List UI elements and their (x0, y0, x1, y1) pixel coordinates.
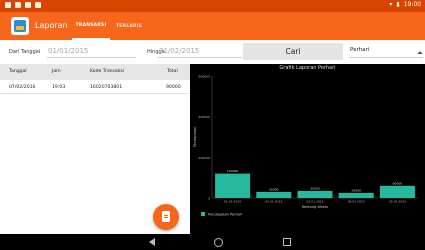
cell-code: 16020703801 (90, 85, 123, 90)
report-fab-button[interactable] (153, 204, 179, 230)
chart-bar (379, 185, 415, 198)
x-tick-label: 01.01.2015 (224, 200, 241, 204)
to-date-input[interactable]: 31/02/2015 (158, 45, 242, 58)
period-select-value: Perhari (350, 47, 370, 53)
column-header-time: Jam (52, 69, 61, 74)
recent-apps-icon[interactable] (283, 238, 291, 246)
system-indicators: ▾ ▮ 19:00 (389, 1, 421, 8)
y-tick-label: 200000 (199, 156, 211, 160)
search-button[interactable]: Cari (243, 43, 343, 60)
home-icon[interactable] (214, 237, 223, 247)
daily-revenue-chart: 0 200000 400000 600000 120000 01.01.2015 30000… (193, 75, 418, 217)
app-bar: Laporan Transaksi Terlaris (0, 12, 425, 40)
bar-value-label: 120000 (227, 169, 239, 173)
chart-bar (215, 173, 251, 198)
status-bar: ▾ ▮ 19:00 (0, 0, 425, 12)
app-title: Laporan (35, 21, 68, 30)
x-tick-label: 04.01.2015 (348, 200, 365, 204)
notification-icon (15, 2, 21, 8)
cell-time: 19:03 (52, 85, 66, 90)
bar-value-label: 25000 (351, 188, 361, 192)
notification-icon (25, 2, 31, 8)
from-date-input[interactable]: 01/01/2015 (47, 45, 136, 58)
app-logo-icon (11, 17, 29, 35)
status-time: 19:00 (403, 1, 421, 8)
legend-label: Pendapatan Perhari (208, 213, 242, 217)
notification-icons (5, 2, 41, 8)
notification-icon (35, 2, 41, 8)
x-tick-label: 02.01.2015 (265, 200, 282, 204)
column-header-code: Kode Transaksi (90, 69, 125, 74)
dropdown-caret-icon (417, 51, 423, 57)
bar-value-label: 30000 (269, 187, 279, 191)
cell-total: 90000 (166, 85, 181, 90)
tab-terlaris[interactable]: Terlaris (112, 12, 146, 40)
chart-bar (338, 192, 374, 198)
table-header: Tanggal Jam Kode Transaksi Total (0, 64, 190, 80)
table-row[interactable]: 07/02/2016 19:03 16020703801 90000 (0, 80, 190, 94)
legend-swatch (201, 212, 205, 216)
y-axis-label: Pendapatan (193, 127, 197, 148)
x-tick-label: 05.01.2015 (389, 200, 406, 204)
x-tick-label: 03.01.2015 (306, 200, 323, 204)
column-header-date: Tanggal (9, 69, 27, 74)
cell-date: 07/02/2016 (9, 85, 36, 90)
back-icon[interactable] (149, 238, 155, 246)
report-icon (162, 211, 170, 222)
tab-transaksi[interactable]: Transaksi (72, 12, 110, 40)
y-tick-label: 0 (208, 197, 210, 201)
bar-value-label: 60000 (393, 181, 403, 185)
battery-icon: ▮ (396, 1, 400, 8)
bar-value-label: 35000 (310, 186, 320, 190)
period-select[interactable]: Perhari (349, 45, 423, 58)
notification-icon (5, 2, 11, 8)
chart-bar (256, 191, 292, 198)
y-tick-label: 600000 (199, 75, 211, 79)
y-tick-label: 400000 (199, 115, 211, 119)
wifi-icon: ▾ (389, 1, 393, 8)
chart-bar (297, 190, 333, 198)
from-date-label: Dari Tanggal (9, 49, 41, 55)
filter-bar: Dari Tanggal 01/01/2015 Hingga 31/02/201… (0, 40, 425, 64)
navigation-bar (0, 234, 425, 250)
column-header-total: Total (167, 69, 178, 74)
chart-panel: Grafik Laporan Perhari 0 200000 400000 6000… (190, 64, 425, 234)
x-axis-label: Rentang Waktu (302, 205, 329, 209)
